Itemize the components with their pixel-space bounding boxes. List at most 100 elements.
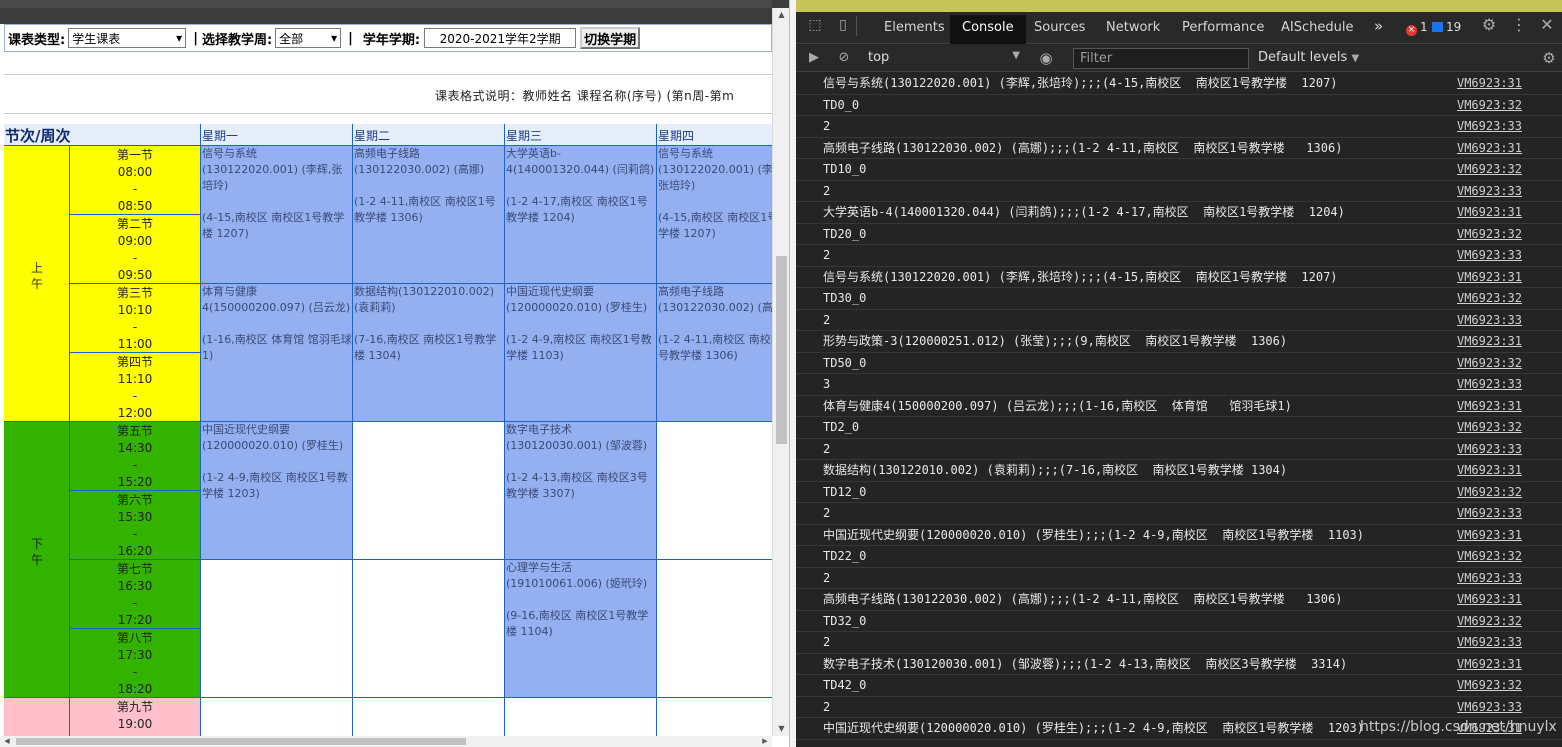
sidebar-toggle-icon[interactable]: ▶ [806,50,822,66]
source-link[interactable]: VM6923:33 [1457,632,1522,653]
source-link[interactable]: VM6923:31 [1457,525,1522,546]
console-message: 2 VM6923:33 [796,310,1562,331]
source-link[interactable]: VM6923:32 [1457,482,1522,503]
empty-slot [657,422,772,560]
source-link[interactable]: VM6923:33 [1457,568,1522,589]
course-block[interactable]: 中国近现代史纲要(120000020.010) (罗桂生) (1-2 4-9,南校… [201,422,353,560]
section-cell: 第七节 16:30 - 17:20 [70,560,201,629]
section-cell: 第九节 19:00 [70,698,201,736]
source-link[interactable]: VM6923:32 [1457,675,1522,696]
console-toolbar: ▶ ⊘ top ▼ ◉ Filter Default levels ▼ ⚙ [796,45,1562,72]
source-link[interactable]: VM6923:31 [1457,654,1522,675]
source-link[interactable]: VM6923:32 [1457,159,1522,180]
course-block[interactable]: 高频电子线路(130122030.002) (高娜) (1-2 4-11,南校区 … [657,284,772,422]
source-link[interactable]: VM6923:32 [1457,611,1522,632]
section-dash: - [132,527,138,541]
course-block[interactable]: 信号与系统(130122020.001) (李辉,张培玲) (4-15,南校区 南… [657,146,772,284]
source-link[interactable]: VM6923:33 [1457,374,1522,395]
source-link[interactable]: VM6923:31 [1457,202,1522,223]
context-select[interactable]: top ▼ [868,50,1020,65]
log-levels-select[interactable]: Default levels ▼ [1258,50,1359,65]
switch-term-button[interactable]: 切换学期 [580,27,641,49]
course-block[interactable]: 高频电子线路(130122030.002) (高娜) (1-2 4-11,南校区 … [353,146,505,284]
source-link[interactable]: VM6923:33 [1457,503,1522,524]
inspect-element-icon[interactable]: ⬚ [806,17,824,33]
course-block[interactable]: 数字电子技术(130120030.001) (邹波蓉) (1-2 4-13,南校区… [505,422,657,560]
gear-icon[interactable]: ⚙ [1480,17,1498,33]
scroll-right-icon[interactable]: ▶ [758,736,772,747]
close-icon[interactable]: ✕ [1538,17,1556,33]
pane-divider[interactable] [789,0,796,747]
scrollbar-thumb[interactable] [16,738,466,745]
tab-aischedule[interactable]: AISchedule [1269,15,1365,44]
horizontal-scrollbar[interactable]: ◀ ▶ [0,736,772,747]
source-link[interactable]: VM6923:32 [1457,417,1522,438]
clear-console-icon[interactable]: ⊘ [836,50,852,66]
term-label: 学年学期: [362,32,421,48]
source-link[interactable]: VM6923:32 [1457,224,1522,245]
course-block[interactable]: 中国近现代史纲要(120000020.010) (罗桂生) (1-2 4-9,南校… [505,284,657,422]
course-block[interactable]: 心理学与生活(191010061.006) (姬玳玲) (9-16,南校区 南校区… [505,560,657,698]
scroll-left-icon[interactable]: ◀ [0,736,14,747]
source-link[interactable]: VM6923:33 [1457,181,1522,202]
source-link[interactable]: VM6923:32 [1457,353,1522,374]
context-value: top [868,50,890,65]
scroll-up-icon[interactable]: ▲ [773,8,790,22]
type-select[interactable]: 学生课表 ▾ [68,28,187,48]
source-link[interactable]: VM6923:31 [1457,396,1522,417]
eye-icon[interactable]: ◉ [1038,50,1054,66]
gear-icon[interactable]: ⚙ [1541,50,1557,66]
source-link[interactable]: VM6923:31 [1457,73,1522,94]
console-message-text: 高频电子线路(130122030.002) (高娜);;;(1-2 4-11,南… [823,140,1343,155]
week-select[interactable]: 全部 ▾ [275,28,342,48]
tab-console[interactable]: Console [950,15,1026,44]
tab-performance[interactable]: Performance [1170,15,1276,44]
schedule-toolbar: 课表类型: 学生课表 ▾ | 选择教学周: 全部 ▾ | 学年学期: 2020-… [4,24,772,52]
source-link[interactable]: VM6923:33 [1457,439,1522,460]
source-link[interactable]: VM6923:31 [1457,460,1522,481]
scroll-down-icon[interactable]: ▼ [773,722,790,736]
console-message: TD30_0 VM6923:32 [796,288,1562,310]
source-link[interactable]: VM6923:32 [1457,95,1522,116]
message-count-badge[interactable]: 19 [1432,20,1461,34]
scrollbar-thumb[interactable] [776,256,787,444]
console-message-text: TD12_0 [823,484,867,499]
error-count-badge[interactable]: × 1 [1406,20,1428,36]
source-link[interactable]: VM6923:31 [1457,267,1522,288]
device-toggle-icon[interactable]: ▯ [834,17,852,33]
source-link[interactable]: VM6923:31 [1457,138,1522,159]
kebab-menu-icon[interactable]: ⋮ [1510,17,1528,33]
console-message-text: 2 [823,183,831,198]
console-message-text: 2 [823,312,831,327]
course-block[interactable]: 大学英语b-4(140001320.044) (闫莉鸽) (1-2 4-17,南校… [505,146,657,284]
source-link[interactable]: VM6923:31 [1457,589,1522,610]
source-link[interactable]: VM6923:32 [1457,288,1522,309]
tab-elements[interactable]: Elements [872,15,957,44]
course-location: (1-2 4-17,南校区 南校区1号教学楼 1204) [506,195,648,224]
message-count: 19 [1446,20,1462,34]
afternoon-label: 下午 [30,537,43,567]
console-message-text: TD30_0 [823,291,867,305]
course-block[interactable]: 信号与系统(130122020.001) (李辉,张培玲) (4-15,南校区 南… [201,146,353,284]
console-output: 信号与系统(130122020.001) (李辉,张培玲);;;(4-15,南校… [796,73,1562,747]
source-link[interactable]: VM6923:33 [1457,245,1522,266]
more-tabs-icon[interactable]: » [1362,15,1395,44]
course-location: (9-16,南校区 南校区1号教学楼 1104) [506,609,649,638]
source-link[interactable]: VM6923:32 [1457,546,1522,567]
source-link[interactable]: VM6923:33 [1457,116,1522,137]
console-message-text: 2 [823,248,831,262]
course-block[interactable]: 数据结构(130122010.002) (袁莉莉) (7-16,南校区 南校区1号… [353,284,505,422]
term-input[interactable]: 2020-2021学年2学期 [424,28,577,48]
course-block[interactable]: 体育与健康4(150000200.097) (吕云龙) (1-16,南校区 体育馆… [201,284,353,422]
tab-sources[interactable]: Sources [1022,15,1097,44]
console-message: 数据结构(130122010.002) (袁莉莉);;;(7-16,南校区 南校… [796,460,1562,482]
message-icon [1432,22,1443,32]
tab-network[interactable]: Network [1094,15,1172,44]
vertical-scrollbar[interactable]: ▲ ▼ [772,8,789,736]
source-link[interactable]: VM6923:33 [1457,697,1522,718]
console-message: 2 VM6923:33 [796,245,1562,267]
filter-input[interactable]: Filter [1073,48,1249,69]
source-link[interactable]: VM6923:31 [1457,331,1522,352]
format-legend: 课表格式说明：教师姓名 课程名称(序号) (第n周-第m [4,76,772,114]
source-link[interactable]: VM6923:33 [1457,310,1522,331]
